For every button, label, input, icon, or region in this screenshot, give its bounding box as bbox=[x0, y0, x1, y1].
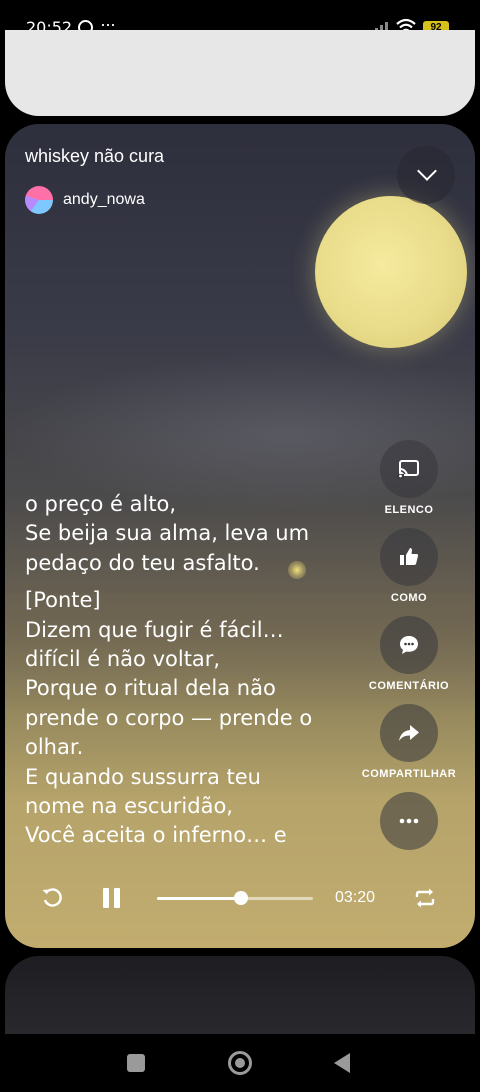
lyric-line: Dizem que fugir é fácil… bbox=[25, 617, 284, 642]
song-title: whiskey não cura bbox=[25, 146, 165, 166]
progress-thumb[interactable] bbox=[234, 891, 249, 905]
like-circle[interactable] bbox=[380, 528, 438, 586]
share-arrow-icon bbox=[399, 725, 419, 741]
next-card[interactable] bbox=[5, 956, 475, 1046]
lyric-line: difícil é não voltar, bbox=[25, 647, 221, 672]
more-dots-icon bbox=[399, 818, 419, 824]
cast-icon bbox=[397, 460, 419, 479]
thumbs-up-icon bbox=[400, 548, 419, 565]
avatar[interactable] bbox=[25, 186, 53, 214]
moon-artwork bbox=[315, 196, 467, 348]
cast-label: ELENCO bbox=[384, 504, 434, 516]
recents-button[interactable] bbox=[127, 1054, 145, 1072]
duration-label: 03:20 bbox=[335, 889, 376, 906]
chevron-down-icon bbox=[417, 161, 437, 181]
like-button[interactable]: COMO bbox=[359, 528, 459, 604]
progress-fill bbox=[157, 897, 242, 900]
like-label: COMO bbox=[390, 592, 428, 604]
player-controls: 03:20 bbox=[5, 876, 475, 920]
lyric-line: o preço é alto, bbox=[25, 492, 177, 516]
comment-icon bbox=[400, 636, 418, 654]
repeat-icon[interactable] bbox=[413, 887, 437, 909]
author-name[interactable]: andy_nowa bbox=[63, 191, 145, 209]
lyrics-card[interactable]: whiskey não cura andy_nowa o preço é alt… bbox=[5, 124, 475, 948]
lyric-line: E quando sussurra teu bbox=[25, 764, 261, 789]
back-button[interactable] bbox=[334, 1053, 350, 1073]
author-row[interactable]: andy_nowa bbox=[25, 185, 145, 215]
lyric-line: [Ponte] bbox=[25, 588, 101, 613]
share-button[interactable]: COMPARTILHAR bbox=[359, 704, 459, 780]
replay-icon[interactable] bbox=[41, 887, 63, 909]
share-label: COMPARTILHAR bbox=[361, 768, 457, 780]
lyric-line: Você aceita o inferno… e bbox=[25, 823, 287, 848]
comment-circle[interactable] bbox=[380, 616, 438, 674]
lyric-line: pedaço do teu asfalto. bbox=[25, 550, 260, 575]
comment-label: COMENTÁRIO bbox=[368, 680, 450, 692]
more-options-button[interactable] bbox=[359, 792, 459, 850]
lyric-line: Se beija sua alma, leva um bbox=[25, 521, 310, 546]
home-button[interactable] bbox=[228, 1051, 252, 1075]
progress-slider[interactable] bbox=[157, 891, 313, 905]
cast-circle[interactable] bbox=[380, 440, 438, 498]
lyrics-text: o preço é alto, Se beija sua alma, leva … bbox=[25, 490, 365, 864]
system-nav-bar bbox=[0, 1034, 480, 1092]
share-circle[interactable] bbox=[380, 704, 438, 762]
more-options-circle[interactable] bbox=[380, 792, 438, 850]
lyric-line: prende o corpo — prende o bbox=[25, 705, 313, 730]
previous-card[interactable] bbox=[5, 30, 475, 116]
cast-button[interactable]: ELENCO bbox=[359, 440, 459, 516]
comment-button[interactable]: COMENTÁRIO bbox=[359, 616, 459, 692]
collapse-button[interactable] bbox=[397, 146, 455, 204]
lyric-line: Porque o ritual dela não bbox=[25, 676, 276, 701]
lyric-line: olhar. bbox=[25, 735, 84, 760]
lyric-line: nome na escuridão, bbox=[25, 794, 233, 819]
pause-button[interactable] bbox=[103, 888, 121, 908]
